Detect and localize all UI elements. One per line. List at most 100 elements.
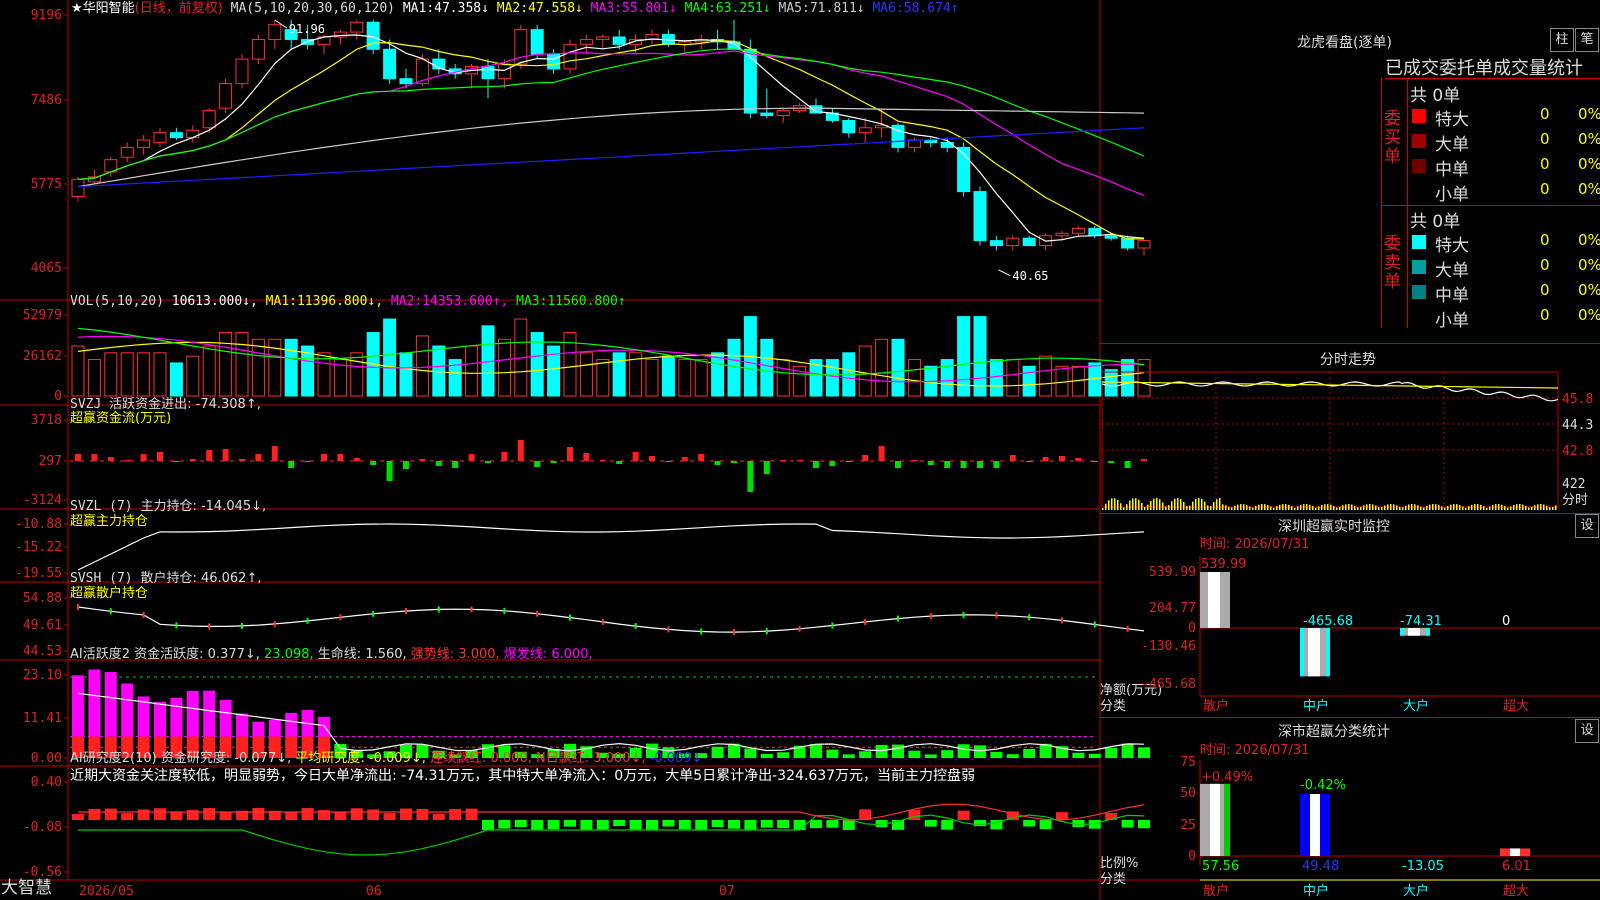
value-item: MA1:11396.800↓, [257, 294, 384, 309]
sell-row-count: 0 [1540, 306, 1550, 324]
flow-bar [599, 460, 606, 461]
intraday-vol-bar [1519, 504, 1521, 510]
buy-row-pct: 0% [1578, 155, 1600, 173]
intraday-vol-bar [1123, 507, 1125, 510]
sell-row-pct: 0% [1578, 231, 1600, 249]
intraday-vol-bar [1537, 504, 1539, 510]
monitor-value: 539.99 [1201, 557, 1247, 572]
price-panel[interactable]: 91.96 40.65 [71, 19, 1151, 283]
candle [251, 38, 265, 60]
bar-mode-button[interactable]: 柱 [1550, 28, 1574, 52]
intraday-vol-bar [1141, 502, 1143, 510]
intraday-vol-bar [1480, 504, 1482, 510]
flow-bar [419, 459, 426, 461]
ai-research-panel[interactable] [72, 803, 1150, 856]
intraday-vol-bar [1543, 504, 1545, 510]
research-bar [810, 820, 822, 829]
intraday-vol-bar [1525, 505, 1527, 510]
intraday-chart[interactable] [1101, 371, 1559, 510]
retail-tick [700, 628, 703, 635]
sell-row-pct: 0% [1578, 256, 1600, 274]
volume-bar [973, 316, 987, 397]
intraday-vol-bar [1390, 504, 1392, 510]
flow-bar [255, 454, 262, 461]
axis-tick-label: -10.88 [15, 517, 62, 532]
volume-bar [202, 345, 216, 397]
svsh-panel[interactable] [77, 604, 1145, 636]
retail-tick [306, 617, 309, 624]
intraday-vol-bar [1441, 506, 1443, 510]
intraday-vol-bar [1381, 507, 1383, 510]
volume-panel[interactable] [71, 316, 1151, 397]
research-bar [695, 820, 708, 830]
research-bar [1023, 820, 1036, 827]
intraday-vol-bar [1204, 501, 1206, 510]
flow-bar [895, 461, 901, 468]
retail-tick [1126, 625, 1129, 632]
bar-edge [1326, 628, 1330, 677]
low-label: 40.65 [1012, 269, 1048, 283]
axis-tick-label: -15.22 [15, 540, 62, 555]
legend-swatch [1412, 285, 1426, 299]
intraday-vol-bar [1399, 506, 1401, 510]
intraday-vol-bar [1138, 499, 1140, 510]
axis-tick-label: 297 [38, 454, 62, 469]
monitor-axis-label: 0 [1188, 621, 1196, 636]
intraday-vol-bar [1210, 506, 1212, 510]
volume-bar [284, 338, 298, 397]
intraday-vol-bar [1237, 504, 1239, 510]
value-item: 资金研究度: -0.077↓, [160, 751, 292, 766]
candle [530, 29, 544, 55]
buy-row-name: 特大 [1435, 110, 1469, 130]
intraday-vol-bar [1450, 504, 1452, 510]
buy-row-count: 0 [1540, 130, 1550, 148]
monitor-value: -465.68 [1303, 614, 1354, 629]
intraday-vol-bar [1240, 504, 1242, 510]
legend-swatch [1412, 260, 1426, 274]
classify-axis-label: 50 [1180, 786, 1196, 801]
volume-bar [497, 338, 511, 397]
flow-bar [75, 454, 81, 461]
intraday-vol-bar [1102, 508, 1104, 510]
buy-row-count: 0 [1540, 105, 1550, 123]
activity-bar [974, 745, 986, 758]
flow-bar [1141, 459, 1147, 461]
intraday-vol-bar [1492, 504, 1494, 510]
value-item: 爆发线: 6.000, [499, 647, 593, 662]
monitor-xlabel: 分类 [1100, 699, 1127, 714]
svzj-header: SVZJ 活跃资金进出: -74.308↑, [70, 397, 261, 412]
flow-bar [485, 461, 491, 463]
monitor-value: -74.31 [1400, 614, 1442, 629]
intraday-vol-bar [1288, 504, 1290, 510]
bar-highlight [1210, 783, 1220, 856]
flow-bar [140, 454, 147, 461]
volume-bar [596, 359, 610, 397]
svzl-panel[interactable] [77, 523, 1145, 571]
value-item: -0.009↓ [645, 751, 703, 766]
tick-mode-button[interactable]: 笔 [1575, 28, 1599, 52]
activity-bar [711, 746, 724, 758]
research-bar [104, 808, 117, 820]
research-bar [252, 808, 265, 820]
svzj-panel[interactable] [70, 440, 1147, 492]
classify-settings-button[interactable]: 设 [1575, 719, 1599, 743]
intraday-vol-bar [1360, 506, 1362, 510]
research-bar [957, 810, 970, 820]
intraday-vol-bar [1402, 507, 1404, 510]
axis-tick-label: 11.41 [22, 711, 62, 726]
volume-bar [120, 352, 134, 397]
retail-tick [601, 618, 604, 625]
intraday-vol-bar [1396, 505, 1398, 510]
flow-bar [304, 461, 311, 462]
research-bar [72, 814, 84, 820]
monitor-settings-button[interactable]: 设 [1575, 514, 1599, 538]
svzj-title: SVZJ [70, 397, 102, 412]
ai-activity-panel[interactable] [70, 669, 1150, 758]
activity-bar [252, 721, 265, 737]
candle [497, 63, 511, 80]
candle [1137, 240, 1151, 249]
svsh-line: 散户持仓: 46.062↑, [140, 571, 262, 586]
intraday-vol-bar [1447, 506, 1449, 510]
intraday-vol-bar [1489, 506, 1491, 510]
sell-total: 共 0单 [1410, 212, 1461, 232]
